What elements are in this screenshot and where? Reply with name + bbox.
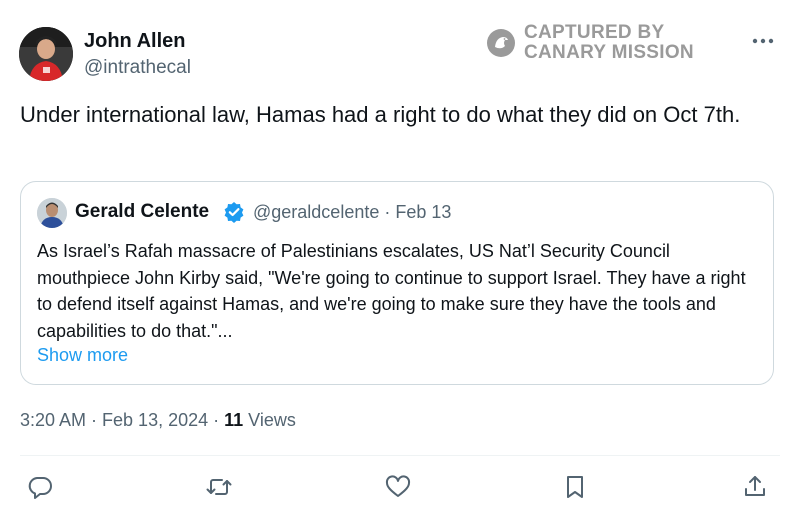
- share-button[interactable]: [741, 473, 769, 501]
- quote-handle-date[interactable]: @geraldcelente · Feb 13: [253, 202, 451, 223]
- tweet-text: Under international law, Hamas had a rig…: [20, 102, 741, 127]
- quote-author-name[interactable]: Gerald Celente: [75, 201, 209, 223]
- more-options-icon[interactable]: [748, 30, 778, 52]
- show-more-link[interactable]: Show more: [37, 345, 128, 366]
- canary-logo-icon: [487, 29, 515, 57]
- reply-button[interactable]: [26, 473, 54, 501]
- watermark: CAPTURED BY CANARY MISSION: [486, 23, 694, 63]
- quote-text: As Israel’s Rafah massacre of Palestinia…: [37, 241, 746, 341]
- author-name[interactable]: John Allen: [84, 30, 185, 53]
- tweet: John Allen @intrathecal CAPTURED BY CANA…: [0, 0, 800, 519]
- watermark-line2: CANARY MISSION: [524, 42, 694, 63]
- author-handle[interactable]: @intrathecal: [84, 57, 191, 79]
- bookmark-icon: [567, 476, 583, 498]
- quote-avatar-image: [37, 198, 67, 228]
- share-icon: [745, 476, 765, 496]
- timestamp[interactable]: 3:20 AM · Feb 13, 2024 ·: [20, 410, 224, 430]
- quote-avatar[interactable]: [37, 198, 67, 228]
- tweet-meta: 3:20 AM · Feb 13, 2024 · 11 Views: [20, 410, 296, 431]
- author-avatar[interactable]: [19, 27, 73, 81]
- quoted-tweet[interactable]: Gerald Celente @geraldcelente · Feb 13 A…: [20, 181, 774, 385]
- retweet-icon: [206, 479, 232, 495]
- views-count: 11: [224, 410, 244, 430]
- like-icon: [385, 475, 411, 497]
- watermark-line1: CAPTURED BY: [524, 22, 665, 43]
- like-button[interactable]: [384, 473, 412, 501]
- divider: [20, 455, 780, 456]
- reply-icon: [28, 477, 52, 499]
- retweet-button[interactable]: [205, 473, 233, 501]
- bookmark-button[interactable]: [561, 473, 589, 501]
- avatar-image: [19, 27, 73, 81]
- views-label: Views: [243, 410, 296, 430]
- verified-badge-icon: [224, 202, 244, 223]
